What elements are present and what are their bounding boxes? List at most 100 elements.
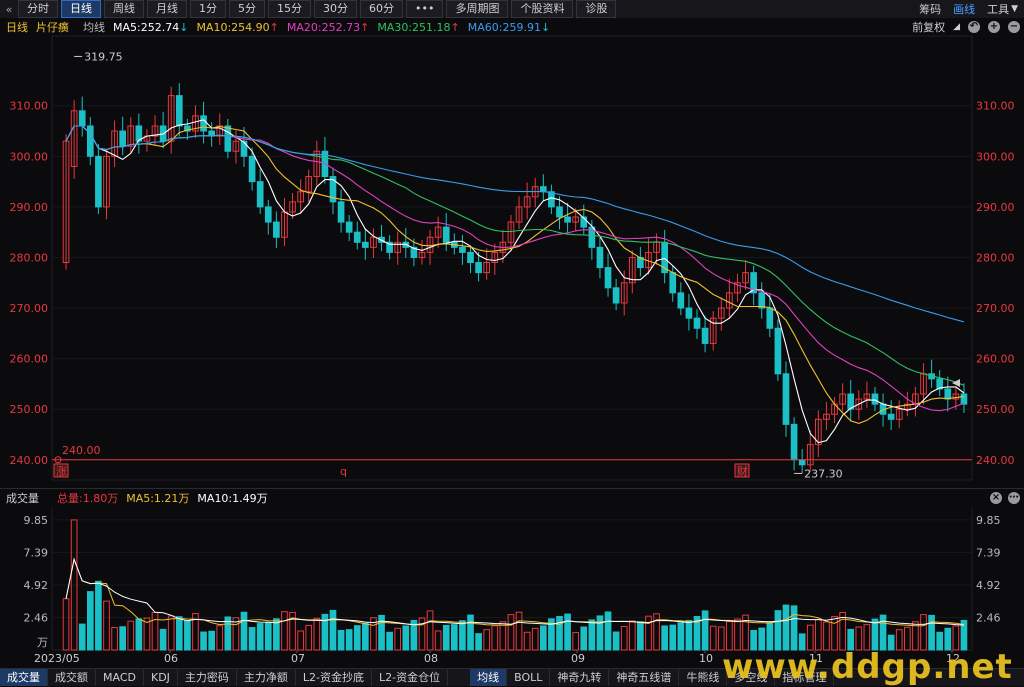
volume-bar	[200, 631, 207, 651]
volume-bar	[305, 624, 313, 651]
volume-bar	[483, 629, 491, 651]
volume-bar	[103, 600, 110, 651]
candle-body	[475, 262, 482, 274]
candle-body	[774, 327, 782, 375]
volume-bar	[637, 621, 644, 651]
volume-bar	[847, 628, 855, 651]
volume-bar	[450, 624, 458, 651]
volume-bar	[531, 627, 539, 651]
date-tick-label: 11	[809, 652, 823, 665]
volume-title[interactable]: 成交量	[6, 490, 39, 506]
volume-tick-label-left: 万	[37, 636, 48, 649]
overlay-tab-1[interactable]: BOLL	[507, 669, 551, 686]
candle-body	[685, 307, 693, 319]
candle-body	[944, 388, 952, 400]
volume-bar	[539, 625, 547, 651]
volume-bar	[248, 627, 256, 651]
date-tick-label: 07	[291, 652, 305, 665]
volume-bar	[556, 615, 563, 651]
volume-bar	[216, 625, 224, 651]
volume-bar	[362, 622, 369, 651]
candle-body	[200, 115, 207, 132]
volume-bar	[823, 621, 830, 651]
volume-bar	[879, 614, 887, 651]
volume-bar	[798, 633, 806, 651]
volume-bar	[887, 634, 895, 651]
indicator-tab-4[interactable]: 主力密码	[178, 669, 237, 686]
candle-body	[362, 241, 369, 248]
volume-total: 总量:1.80万	[57, 492, 119, 505]
volume-bar	[208, 630, 215, 651]
volume-bar	[507, 614, 515, 651]
indicator-tab-0[interactable]: 成交量	[0, 669, 48, 686]
volume-bar	[952, 625, 960, 651]
volume-bar	[499, 621, 507, 651]
candle-body	[612, 287, 620, 304]
price-tick-label-right: 240.00	[976, 454, 1015, 467]
volume-bar	[256, 623, 264, 651]
price-tick-label-right: 310.00	[976, 100, 1015, 113]
volume-tick-label-right: 4.92	[976, 579, 1001, 592]
candle-body	[539, 186, 547, 193]
date-tick-label: 08	[424, 652, 438, 665]
volume-bar	[184, 620, 191, 651]
volume-bar	[62, 598, 70, 651]
price-tick-label-left: 270.00	[10, 302, 49, 315]
candle-body	[467, 251, 474, 264]
settings-icon[interactable]: ⋯	[1008, 492, 1020, 504]
indicator-tab-7[interactable]: L2-资金仓位	[372, 669, 449, 686]
candle-body	[604, 267, 612, 289]
date-tick-label: 12	[946, 652, 960, 665]
candle-body	[556, 206, 563, 218]
indicator-tab-5[interactable]: 主力净额	[237, 669, 296, 686]
overlay-tab-6[interactable]: 指标管理	[775, 669, 835, 686]
volume-tick-label-left: 2.46	[24, 612, 49, 625]
candle-body	[790, 423, 798, 461]
price-tick-label-left: 310.00	[10, 100, 49, 113]
event-marker-label: 财	[737, 464, 748, 478]
price-chart[interactable]: 310.00 310.00 300.00 300.00 290.00 290.00 280.…	[0, 0, 1024, 685]
low-price-label: 237.30	[804, 467, 843, 480]
volume-bar	[588, 619, 596, 651]
volume-tick-label-right: 2.46	[976, 612, 1001, 625]
close-icon[interactable]: ×	[990, 492, 1002, 504]
date-tick-label: 06	[164, 652, 178, 665]
volume-bar	[86, 591, 94, 651]
volume-ma10: MA10:1.49万	[197, 492, 268, 505]
date-tick-label: 10	[699, 652, 713, 665]
candle-body	[701, 327, 709, 344]
volume-bar	[726, 620, 733, 651]
overlay-tab-4[interactable]: 牛熊线	[679, 669, 728, 686]
ma-line-ma10	[65, 125, 965, 424]
indicator-tab-1[interactable]: 成交额	[48, 669, 96, 686]
volume-bar	[920, 614, 927, 651]
price-tick-label-left: 250.00	[10, 403, 49, 416]
overlay-tab-3[interactable]: 神奇五线谱	[609, 669, 680, 686]
candle-body	[248, 155, 256, 183]
volume-bar	[782, 604, 790, 651]
volume-bar	[240, 611, 248, 651]
volume-bar	[855, 626, 863, 651]
candle-body	[564, 216, 571, 223]
volume-bar	[709, 625, 717, 651]
price-tick-label-right: 300.00	[976, 150, 1015, 163]
overlay-tab-0[interactable]: 均线	[470, 669, 508, 686]
volume-ma-line	[65, 557, 965, 627]
volume-bar	[871, 618, 879, 651]
indicator-tab-3[interactable]: KDJ	[144, 669, 178, 686]
event-marker-label: q	[340, 465, 347, 478]
price-tick-label-left: 280.00	[10, 251, 49, 264]
current-price-pointer-icon	[952, 379, 960, 387]
overlay-tab-2[interactable]: 神奇九转	[550, 669, 610, 686]
volume-bar	[467, 614, 474, 651]
indicator-tab-2[interactable]: MACD	[96, 669, 144, 686]
overlay-tab-5[interactable]: 多空线	[727, 669, 776, 686]
volume-bar	[831, 615, 838, 651]
volume-bar	[572, 632, 580, 651]
volume-bar	[378, 614, 385, 651]
volume-bar	[895, 629, 903, 651]
candle-body	[345, 221, 353, 233]
volume-bar	[750, 629, 757, 651]
indicator-tab-6[interactable]: L2-资金抄底	[296, 669, 373, 686]
volume-bar	[669, 624, 677, 651]
